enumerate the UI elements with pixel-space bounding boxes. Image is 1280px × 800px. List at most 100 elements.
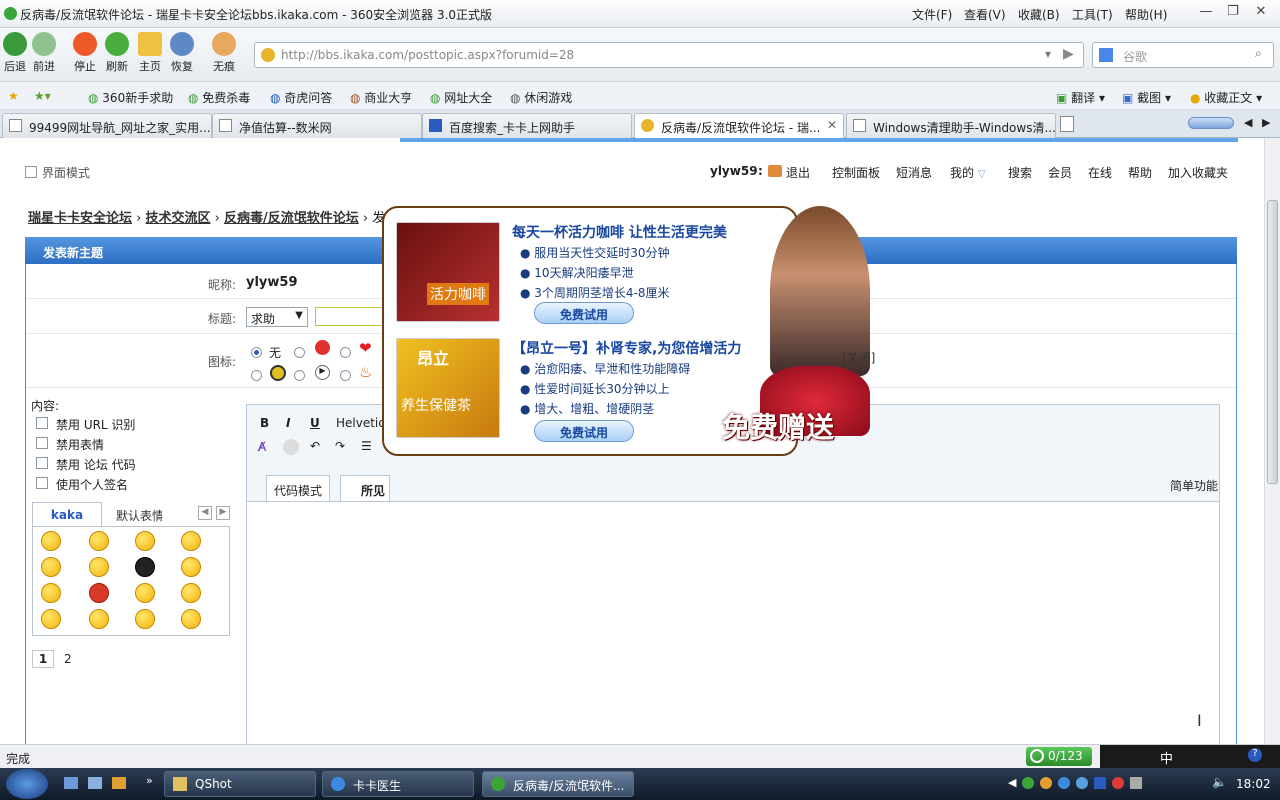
- tab-4-active[interactable]: 反病毒/反流氓软件论坛 - 瑞... ✕: [634, 113, 844, 139]
- tray-icon[interactable]: [1094, 777, 1106, 789]
- icon-radio[interactable]: [340, 370, 351, 381]
- italic-icon[interactable]: I: [286, 416, 290, 430]
- refresh-button[interactable]: 刷新: [100, 28, 134, 74]
- task-browser[interactable]: 反病毒/反流氓软件...: [482, 771, 634, 797]
- emoticon-icon[interactable]: [135, 557, 155, 577]
- help-icon[interactable]: ?: [1248, 748, 1262, 762]
- ad-title-2[interactable]: 【昂立一号】补肾专家,为您倍增活力: [512, 338, 741, 358]
- tray-icon[interactable]: [1076, 777, 1088, 789]
- ime-mode[interactable]: 中: [1160, 748, 1173, 767]
- search-icon[interactable]: ⌕: [1255, 46, 1262, 61]
- emoticon-icon[interactable]: [41, 531, 61, 551]
- emoticon-icon[interactable]: [41, 557, 61, 577]
- emoticon-icon[interactable]: [181, 557, 201, 577]
- address-dropdown-icon[interactable]: ▾: [1045, 47, 1051, 61]
- icon-radio[interactable]: [340, 347, 351, 358]
- new-tab-icon[interactable]: [1060, 116, 1074, 132]
- emoticon-icon[interactable]: [181, 609, 201, 629]
- emoticon-icon[interactable]: [89, 531, 109, 551]
- menu-view[interactable]: 查看(V): [964, 6, 1006, 23]
- tab-1[interactable]: 99499网址导航_网址之家_实用...: [2, 113, 212, 138]
- forward-button[interactable]: 前进: [27, 28, 61, 74]
- minimize-icon[interactable]: —: [1195, 4, 1217, 22]
- ad-close-link[interactable]: [关闭]: [842, 349, 875, 366]
- emoticon-icon[interactable]: [89, 583, 109, 603]
- tray-expand-icon[interactable]: ◀: [1008, 776, 1016, 789]
- emoticon-page-2[interactable]: 2: [64, 652, 72, 666]
- go-icon[interactable]: ▶: [1063, 46, 1074, 62]
- emoticon-icon[interactable]: [135, 609, 155, 629]
- close-tab-icon[interactable]: ✕: [827, 118, 837, 132]
- volume-icon[interactable]: 🔈: [1212, 775, 1227, 789]
- fav-item-3[interactable]: ◍ 奇虎问答: [270, 89, 332, 106]
- editor-textarea[interactable]: [247, 501, 1219, 744]
- fav-item-1[interactable]: ◍ 360新手求助: [88, 89, 173, 106]
- menu-tools[interactable]: 工具(T): [1072, 6, 1113, 23]
- tab-scroll-slider[interactable]: [1188, 117, 1234, 129]
- tab-scroll-left-icon[interactable]: ◀: [1244, 116, 1252, 129]
- tab-3[interactable]: 百度搜索_卡卡上网助手: [422, 113, 632, 138]
- menu-file[interactable]: 文件(F): [912, 6, 952, 23]
- task-kaka-doctor[interactable]: 卡卡医生: [322, 771, 474, 797]
- breadcrumb-forum-home[interactable]: 瑞星卡卡安全论坛: [28, 211, 132, 226]
- bold-icon[interactable]: B: [260, 416, 269, 430]
- help-link[interactable]: 帮助: [1128, 164, 1152, 181]
- format-icon[interactable]: A̸: [258, 440, 266, 454]
- icon-radio[interactable]: [251, 370, 262, 381]
- redo-icon[interactable]: ↷: [335, 439, 345, 453]
- tab-scroll-right-icon[interactable]: ▶: [1262, 116, 1270, 129]
- code-mode-tab[interactable]: 代码模式: [266, 475, 330, 501]
- bookmark-link[interactable]: 加入收藏夹: [1168, 164, 1228, 181]
- page-scrollbar[interactable]: [1264, 138, 1280, 744]
- online-link[interactable]: 在线: [1088, 164, 1112, 181]
- tab-5[interactable]: Windows清理助手-Windows清...: [846, 113, 1056, 138]
- my-menu-link[interactable]: 我的 ▽: [950, 164, 986, 181]
- task-qshot[interactable]: QShot: [164, 771, 316, 797]
- emoticon-tab-kaka[interactable]: kaka: [32, 502, 102, 526]
- search-link[interactable]: 搜索: [1008, 164, 1032, 181]
- interface-mode-checkbox[interactable]: [25, 166, 37, 178]
- messages-link[interactable]: 短消息: [896, 164, 932, 181]
- logout-link[interactable]: 退出: [786, 164, 810, 181]
- tab-2[interactable]: 净值估算--数米网: [212, 113, 422, 138]
- free-trial-button-1[interactable]: 免费试用: [534, 302, 634, 324]
- switch-window-icon[interactable]: [88, 777, 102, 789]
- emoticon-icon[interactable]: [41, 609, 61, 629]
- username[interactable]: ylyw59: [710, 164, 758, 178]
- address-bar[interactable]: http://bbs.ikaka.com/posttopic.aspx?foru…: [254, 42, 1084, 68]
- smiley-icon[interactable]: [283, 439, 299, 455]
- close-icon[interactable]: ✕: [1250, 4, 1272, 22]
- stop-button[interactable]: 停止: [68, 28, 102, 74]
- network-icon[interactable]: [1130, 777, 1142, 789]
- star-icon[interactable]: ★: [8, 89, 19, 103]
- undo-icon[interactable]: ↶: [310, 439, 320, 453]
- save-text-button[interactable]: ● 收藏正文 ▾: [1190, 89, 1262, 106]
- start-button[interactable]: [6, 769, 48, 799]
- fav-item-2[interactable]: ◍ 免费杀毒: [188, 89, 250, 106]
- option-checkbox-2[interactable]: [36, 437, 48, 449]
- fav-item-5[interactable]: ◍ 网址大全: [430, 89, 492, 106]
- ime-bar[interactable]: 中 ?: [1100, 745, 1280, 769]
- emoticon-icon[interactable]: [41, 583, 61, 603]
- ad-title-1[interactable]: 每天一杯活力咖啡 让性生活更完美: [512, 222, 727, 242]
- home-button[interactable]: 主页: [133, 28, 167, 74]
- emoticon-page-1[interactable]: 1: [32, 650, 54, 668]
- members-link[interactable]: 会员: [1048, 164, 1072, 181]
- tray-icon[interactable]: [1022, 777, 1034, 789]
- menu-favorites[interactable]: 收藏(B): [1018, 6, 1060, 23]
- title-type-select[interactable]: 求助 ▼: [246, 307, 308, 327]
- emoticon-icon[interactable]: [181, 531, 201, 551]
- fav-item-6[interactable]: ◍ 休闲游戏: [510, 89, 572, 106]
- scrollbar-thumb[interactable]: [1267, 200, 1278, 484]
- underline-icon[interactable]: U: [310, 416, 320, 430]
- add-favorite-icon[interactable]: ★▾: [34, 89, 51, 103]
- free-trial-button-2[interactable]: 免费试用: [534, 420, 634, 442]
- breadcrumb-antivirus[interactable]: 反病毒/反流氓软件论坛: [224, 211, 359, 226]
- emoticon-icon[interactable]: [89, 609, 109, 629]
- list-icon[interactable]: ☰: [361, 439, 372, 453]
- wysiwyg-tab[interactable]: 所见: [340, 475, 390, 502]
- tray-icon[interactable]: [1112, 777, 1124, 789]
- option-checkbox-3[interactable]: [36, 457, 48, 469]
- emoticon-tab-default[interactable]: 默认表情: [106, 502, 162, 526]
- option-checkbox-1[interactable]: [36, 417, 48, 429]
